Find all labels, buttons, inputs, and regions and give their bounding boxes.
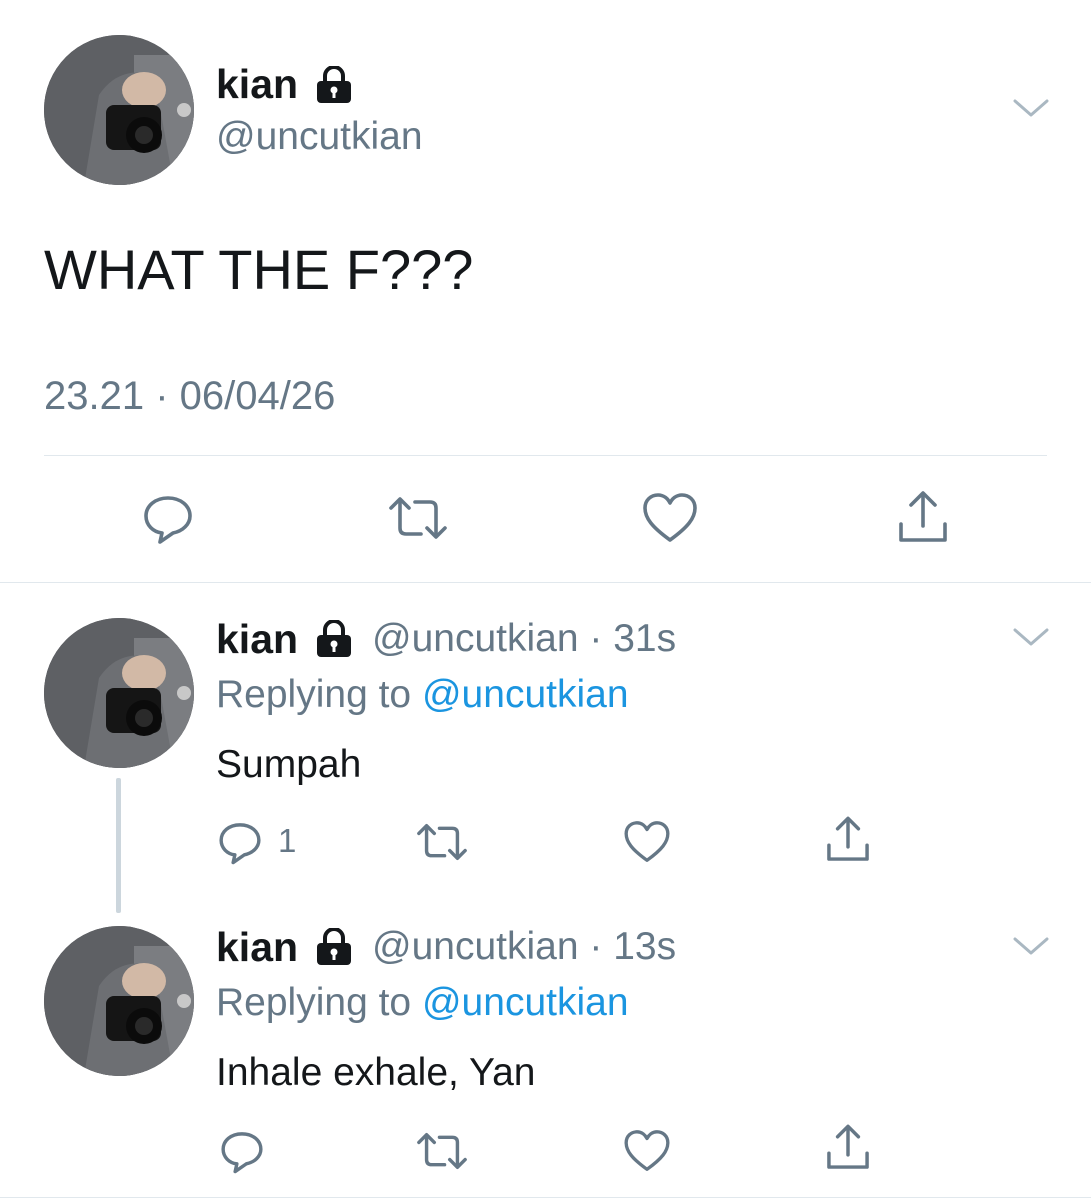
- chevron-down-icon[interactable]: [1012, 625, 1050, 649]
- reply-icon[interactable]: [216, 818, 264, 866]
- share-icon[interactable]: [822, 1122, 874, 1174]
- lock-icon: [314, 65, 354, 109]
- share-icon[interactable]: [822, 814, 874, 866]
- reply-count: 1: [278, 822, 297, 859]
- avatar[interactable]: [44, 35, 194, 185]
- reply-icon[interactable]: [218, 1127, 266, 1175]
- divider: [0, 1197, 1091, 1198]
- divider: [0, 582, 1091, 583]
- reply-text: Inhale exhale, Yan: [216, 1051, 536, 1094]
- replying-to-handle[interactable]: @uncutkian: [422, 673, 629, 716]
- handle-time[interactable]: @uncutkian · 31s: [372, 614, 676, 664]
- thread-line: [116, 778, 121, 913]
- replying-to: Replying to @uncutkian: [216, 978, 629, 1028]
- retweet-icon[interactable]: [412, 818, 472, 866]
- avatar[interactable]: [44, 926, 194, 1076]
- retweet-icon[interactable]: [383, 490, 453, 546]
- heart-icon[interactable]: [622, 1127, 672, 1175]
- replying-to-handle[interactable]: @uncutkian: [422, 981, 629, 1024]
- handle-time[interactable]: @uncutkian · 13s: [372, 922, 676, 972]
- display-name[interactable]: kian: [216, 613, 298, 665]
- replying-to-label: Replying to: [216, 673, 412, 716]
- divider: [44, 455, 1047, 456]
- display-name[interactable]: kian: [216, 921, 298, 973]
- handle[interactable]: @uncutkian: [216, 113, 423, 161]
- timestamp[interactable]: 23.21 · 06/04/26: [44, 371, 335, 421]
- share-icon[interactable]: [893, 488, 953, 548]
- heart-icon[interactable]: [622, 818, 672, 866]
- replying-to: Replying to @uncutkian: [216, 670, 629, 720]
- lock-icon: [314, 927, 354, 971]
- chevron-down-icon[interactable]: [1012, 934, 1050, 958]
- chevron-down-icon[interactable]: [1012, 96, 1050, 120]
- lock-icon: [314, 619, 354, 663]
- avatar[interactable]: [44, 618, 194, 768]
- reply-icon[interactable]: [140, 490, 196, 546]
- replying-to-label: Replying to: [216, 981, 412, 1024]
- heart-icon[interactable]: [640, 490, 700, 546]
- reply-text: Sumpah: [216, 743, 362, 786]
- retweet-icon[interactable]: [412, 1127, 472, 1175]
- display-name[interactable]: kian: [216, 58, 298, 110]
- tweet-text: WHAT THE F???: [44, 238, 474, 301]
